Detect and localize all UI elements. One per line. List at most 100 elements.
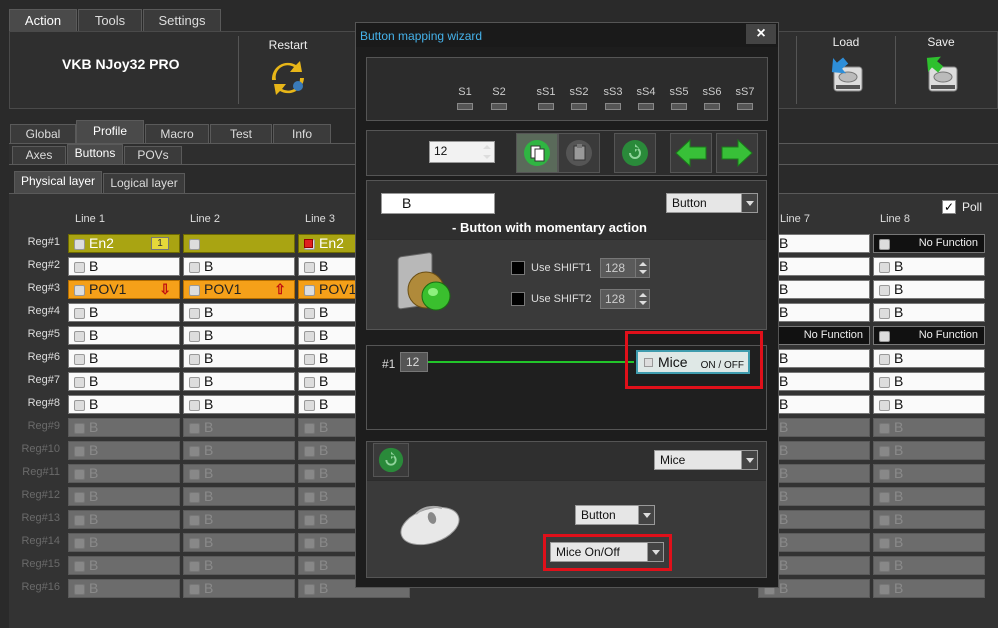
tab-logical-layer[interactable]: Logical layer <box>103 173 185 193</box>
reset-icon <box>378 447 404 473</box>
subtab-axes[interactable]: Axes <box>12 146 66 164</box>
button-cell[interactable]: POV1 ⇧ <box>183 280 295 299</box>
button-name-field[interactable]: B <box>381 193 495 214</box>
button-cell[interactable]: B <box>68 349 180 368</box>
button-cell: B <box>873 510 985 529</box>
column-label-line-2: Line 2 <box>190 213 220 225</box>
button-cell: B <box>68 487 180 506</box>
shift-indicator <box>704 103 720 110</box>
device-name: VKB NJoy32 PRO <box>62 56 180 72</box>
tab-macro[interactable]: Macro <box>145 124 209 143</box>
next-button[interactable] <box>716 133 758 173</box>
button-cell: B <box>183 556 295 575</box>
menu-tab-settings[interactable]: Settings <box>143 9 221 31</box>
button-cell[interactable]: B <box>183 395 295 414</box>
button-cell[interactable]: B <box>873 280 985 299</box>
button-cell[interactable]: B <box>183 372 295 391</box>
button-cell[interactable]: No Function <box>873 326 985 345</box>
button-type-description: - Button with momentary action <box>452 220 647 235</box>
tab-global[interactable]: Global <box>10 124 76 143</box>
wizard-close-button[interactable]: × <box>746 24 776 44</box>
shift-indicator <box>457 103 473 110</box>
button-cell: B <box>873 464 985 483</box>
use-shift2-checkbox[interactable] <box>511 292 525 306</box>
button-cell[interactable]: B <box>873 257 985 276</box>
tab-profile[interactable]: Profile <box>76 120 144 143</box>
button-cell[interactable]: POV1 ⇩ <box>68 280 180 299</box>
shift-label-s2: S2 <box>492 86 506 98</box>
button-cell[interactable]: B <box>873 349 985 368</box>
button-cell[interactable]: B <box>873 303 985 322</box>
subtab-povs[interactable]: POVs <box>124 146 182 164</box>
row-label: Reg#8 <box>27 397 60 409</box>
paste-button[interactable] <box>558 133 600 173</box>
subtype-select[interactable]: Button <box>575 505 655 525</box>
shift-indicator <box>538 103 554 110</box>
poll-checkbox[interactable]: ✓ <box>942 200 956 214</box>
column-label-line-1: Line 1 <box>75 213 105 225</box>
row-label: Reg#6 <box>27 351 60 363</box>
tab-test[interactable]: Test <box>210 124 272 143</box>
row-label: Reg#1 <box>27 236 60 248</box>
column-label-line-8: Line 8 <box>880 213 910 225</box>
button-type-select[interactable]: Button <box>666 193 758 213</box>
menu-tab-tools[interactable]: Tools <box>78 9 142 31</box>
shift-label-ss5: sS5 <box>669 86 689 98</box>
copy-button[interactable] <box>516 133 558 173</box>
subtab-buttons[interactable]: Buttons <box>67 144 123 164</box>
button-cell: B <box>68 441 180 460</box>
save-label: Save <box>927 35 955 49</box>
shift-label-ss2: sS2 <box>569 86 589 98</box>
poll-label: Poll <box>962 200 983 214</box>
previous-button[interactable] <box>670 133 712 173</box>
button-cell[interactable]: B <box>68 395 180 414</box>
button-cell[interactable]: B <box>873 372 985 391</box>
button-cell[interactable]: B <box>183 303 295 322</box>
button-cell[interactable]: En2 1 <box>68 234 180 253</box>
button-cell: B <box>68 510 180 529</box>
mapping-connection-line <box>428 361 634 363</box>
button-cell[interactable]: B <box>68 303 180 322</box>
row-label: Reg#14 <box>21 535 60 547</box>
category-select[interactable]: Mice <box>654 450 758 470</box>
shift-label-ss1: sS1 <box>536 86 556 98</box>
button-cell[interactable]: B <box>183 326 295 345</box>
load-button[interactable]: Load <box>815 35 877 100</box>
load-drive-icon <box>831 57 863 92</box>
button-cell: B <box>183 533 295 552</box>
tab-physical-layer[interactable]: Physical layer <box>14 171 102 193</box>
button-cell[interactable]: B <box>183 257 295 276</box>
menu-tab-action[interactable]: Action <box>9 9 77 31</box>
button-cell[interactable]: B <box>68 257 180 276</box>
use-shift2-label: Use SHIFT2 <box>531 293 592 305</box>
button-cell[interactable]: B <box>873 395 985 414</box>
row-label: Reg#9 <box>27 420 60 432</box>
arrow-left-icon <box>675 138 707 168</box>
button-cell[interactable]: B <box>68 326 180 345</box>
shift-indicator <box>491 103 507 110</box>
shift1-value-stepper[interactable]: 128 <box>600 258 650 278</box>
button-cell[interactable]: B <box>68 372 180 391</box>
button-cell[interactable]: B <box>183 349 295 368</box>
reset-button[interactable] <box>614 133 656 173</box>
function-reset-button[interactable] <box>373 443 409 477</box>
button-cell: B <box>68 464 180 483</box>
save-button[interactable]: Save <box>910 35 972 100</box>
shift2-value-stepper[interactable]: 128 <box>600 289 650 309</box>
button-cell: B <box>873 579 985 598</box>
button-cell: B <box>183 418 295 437</box>
button-cell[interactable] <box>183 234 295 253</box>
button-cell: B <box>68 418 180 437</box>
tab-info[interactable]: Info <box>273 124 331 143</box>
button-cell[interactable]: No Function <box>873 234 985 253</box>
button-cell: B <box>183 579 295 598</box>
restart-button[interactable]: Restart <box>255 38 321 104</box>
row-label: Reg#16 <box>21 581 60 593</box>
row-label: Reg#13 <box>21 512 60 524</box>
row-label: Reg#11 <box>22 466 60 478</box>
column-label-line-7: Line 7 <box>780 213 810 225</box>
button-number-stepper[interactable]: 12 <box>429 141 495 163</box>
row-label: Reg#12 <box>21 489 60 501</box>
use-shift1-checkbox[interactable] <box>511 261 525 275</box>
shift-indicator <box>737 103 753 110</box>
